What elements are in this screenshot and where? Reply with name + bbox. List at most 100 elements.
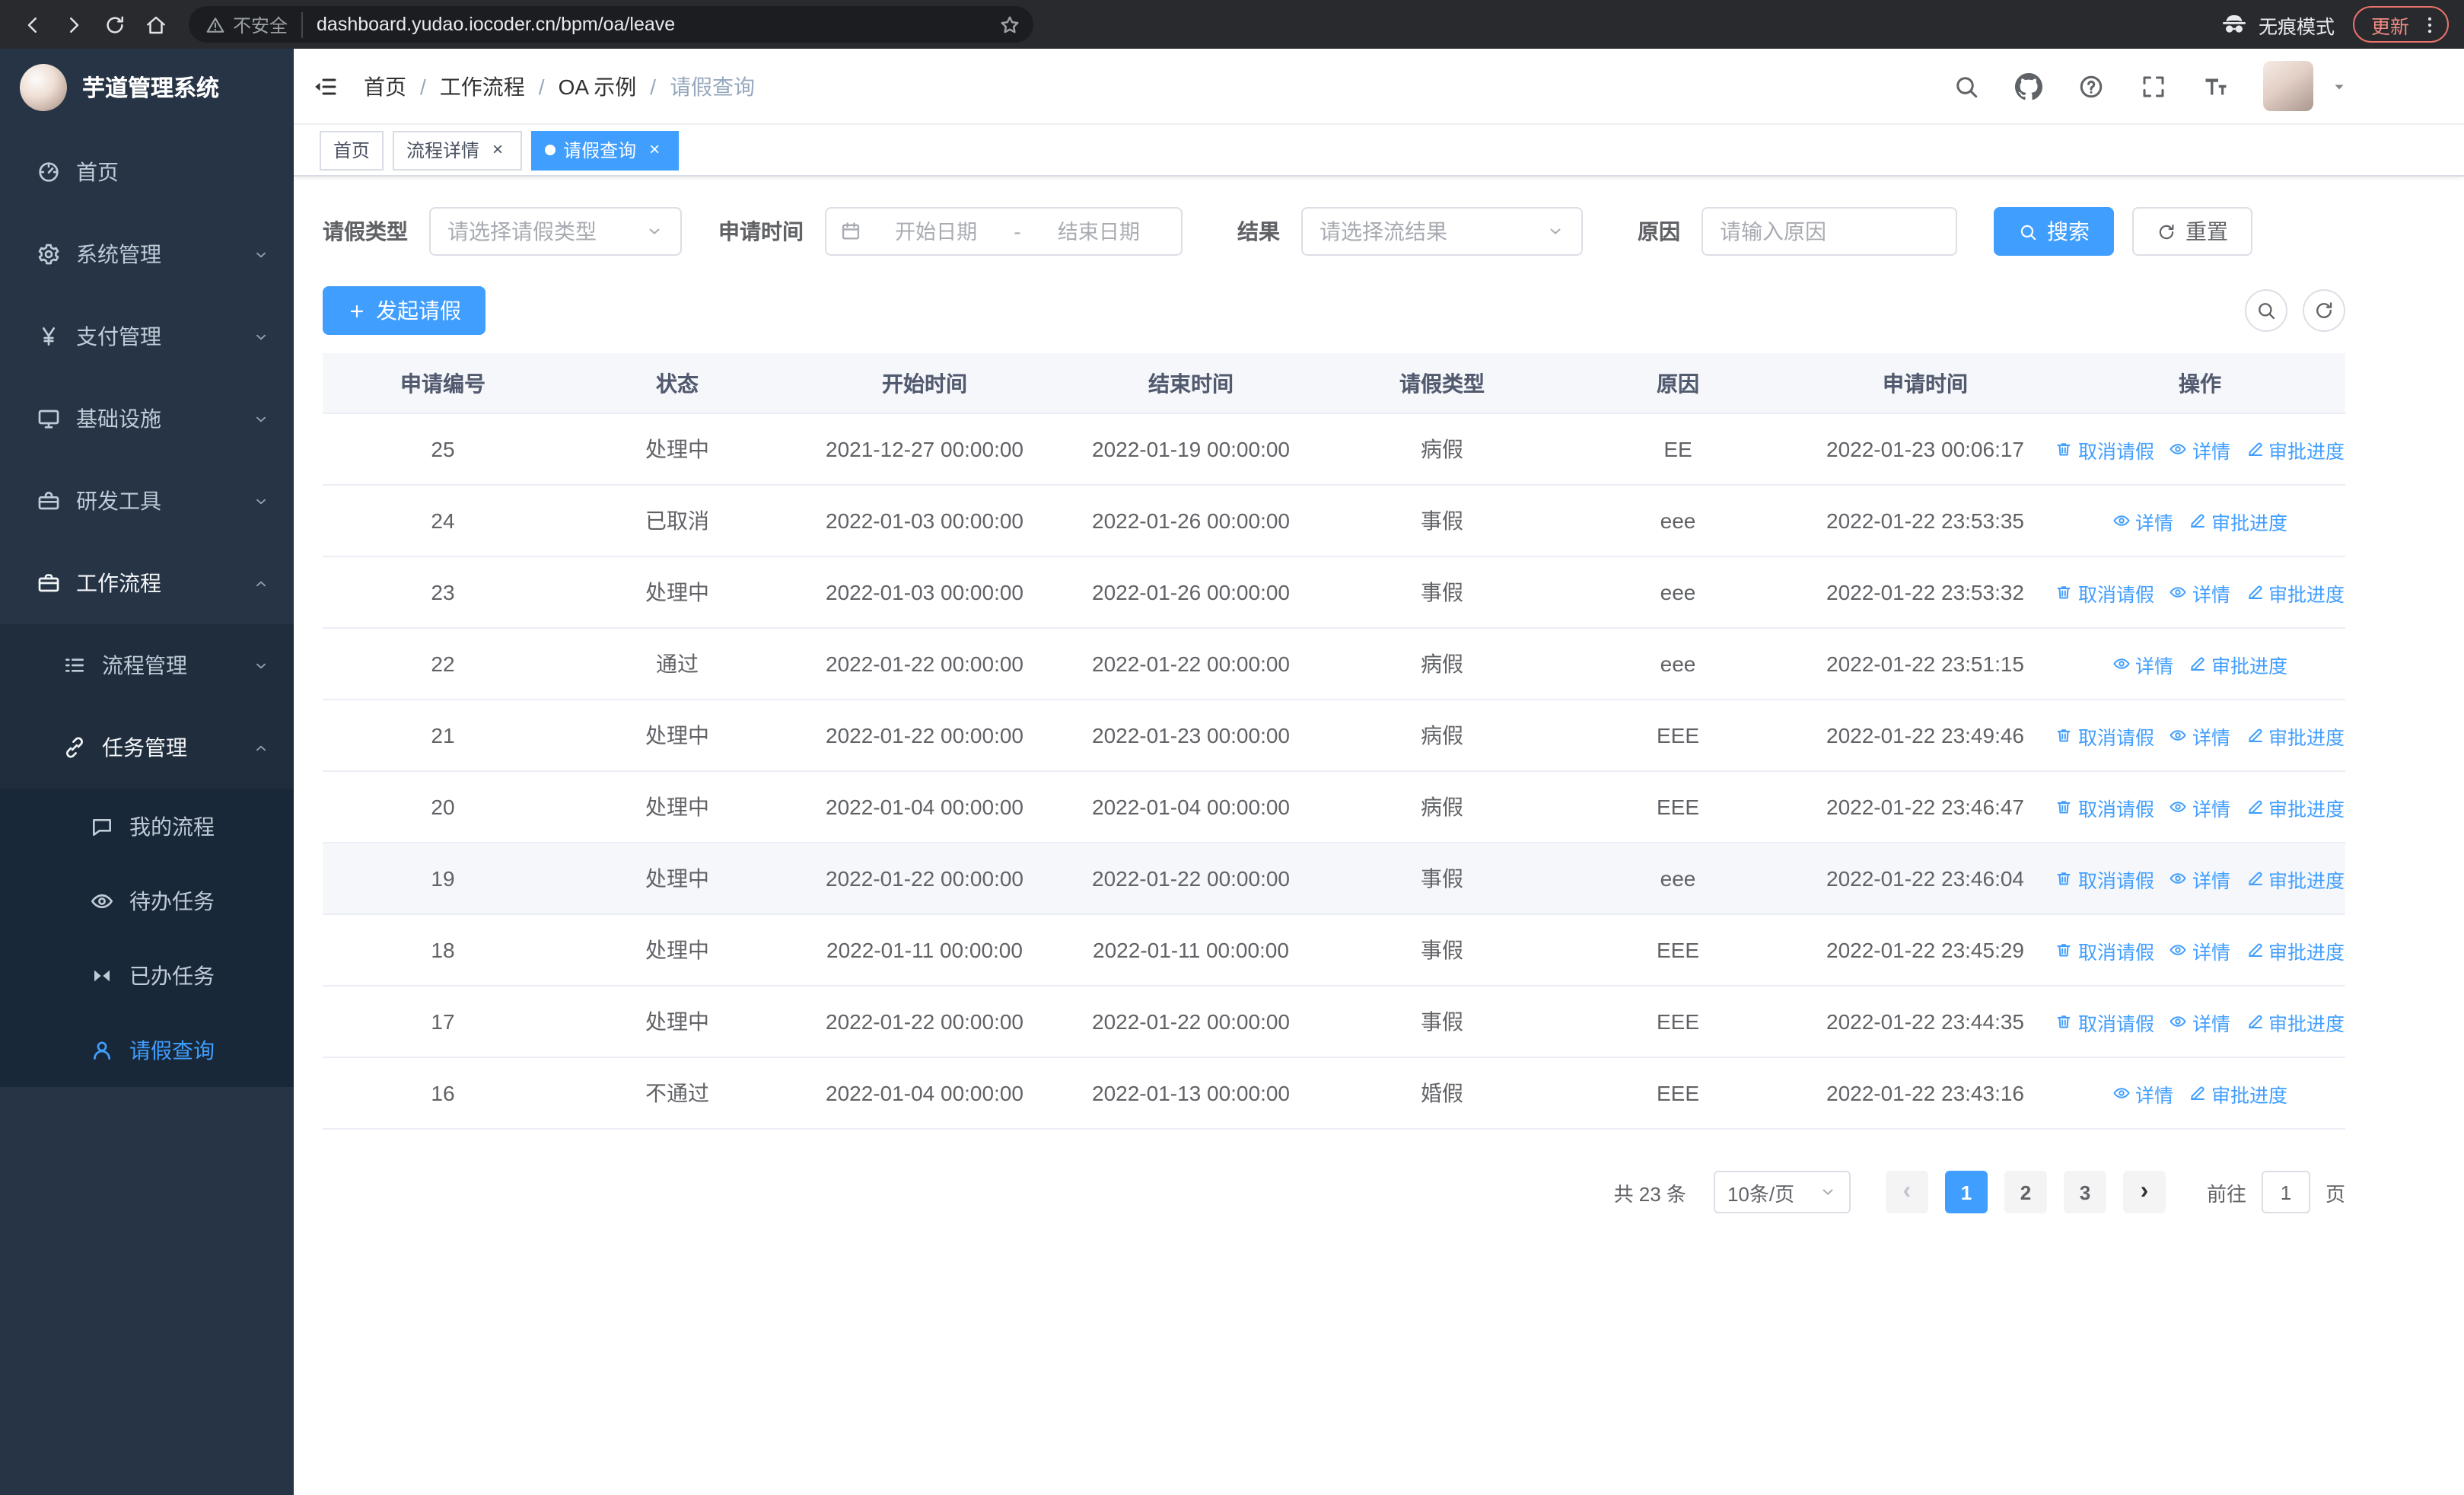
tab-leave-query[interactable]: 请假查询 × (531, 130, 680, 170)
apply-time-label: 申请时间 (718, 219, 804, 244)
page-button-1[interactable]: 1 (1944, 1171, 1988, 1213)
end-date-input[interactable] (1030, 220, 1168, 243)
cancel-leave-button[interactable]: 取消请假 (2055, 435, 2154, 464)
detail-button[interactable]: 详情 (2170, 578, 2230, 607)
address-bar[interactable]: 不安全 dashboard.yudao.iocoder.cn/bpm/oa/le… (189, 6, 1033, 43)
warning-icon (205, 14, 225, 34)
update-button[interactable]: 更新 (2352, 6, 2449, 43)
sidebar-item-todo-tasks[interactable]: 待办任务 (0, 863, 294, 938)
cell-reason: eee (1660, 580, 1696, 604)
next-page-button[interactable]: › (2122, 1171, 2166, 1213)
sidebar-item-payment-management[interactable]: 支付管理 (0, 295, 294, 378)
progress-button[interactable]: 审批进度 (2246, 435, 2345, 464)
sidebar-item-workflow[interactable]: 工作流程 (0, 542, 294, 624)
sidebar-item-process-management[interactable]: 流程管理 (0, 624, 294, 706)
caret-down-icon[interactable] (2330, 77, 2348, 95)
sidebar: 芋道管理系统 首页 系统管理 支付管理 基础设施 研发工具 工作流程 流程管理 … (0, 49, 294, 1495)
bookmark-button[interactable] (992, 8, 1026, 41)
browser-menu-icon[interactable] (2418, 13, 2441, 36)
prev-page-button[interactable]: ‹ (1885, 1171, 1928, 1213)
detail-button[interactable]: 详情 (2170, 792, 2230, 821)
sidebar-item-system-management[interactable]: 系统管理 (0, 213, 294, 295)
breadcrumb-workflow[interactable]: 工作流程 (440, 71, 525, 101)
eye-icon (2170, 941, 2188, 959)
toggle-search-button[interactable] (2245, 289, 2287, 332)
detail-button[interactable]: 详情 (2170, 936, 2230, 964)
close-icon[interactable]: × (487, 139, 508, 161)
collapse-sidebar-button[interactable] (294, 48, 358, 124)
column-header-status: 状态 (656, 371, 699, 395)
cell-end-time: 2022-01-19 00:00:00 (1092, 437, 1290, 461)
progress-button[interactable]: 审批进度 (2246, 864, 2345, 893)
home-button[interactable] (135, 4, 177, 45)
app-logo[interactable]: 芋道管理系统 (0, 49, 294, 125)
cancel-leave-button[interactable]: 取消请假 (2055, 578, 2154, 607)
progress-button[interactable]: 审批进度 (2246, 936, 2345, 964)
back-button[interactable] (12, 4, 53, 45)
progress-button[interactable]: 审批进度 (2246, 792, 2345, 821)
create-leave-button[interactable]: 发起请假 (323, 286, 485, 335)
cancel-leave-button[interactable]: 取消请假 (2055, 792, 2154, 821)
select-placeholder: 请选择请假类型 (447, 219, 597, 244)
progress-button[interactable]: 审批进度 (2189, 649, 2287, 678)
font-size-button[interactable] (2201, 71, 2231, 101)
progress-button[interactable]: 审批进度 (2246, 721, 2345, 750)
search-button[interactable]: 搜索 (1994, 207, 2114, 256)
progress-button[interactable]: 审批进度 (2189, 506, 2287, 535)
detail-button[interactable]: 详情 (2170, 435, 2230, 464)
sidebar-item-dev-tools[interactable]: 研发工具 (0, 460, 294, 542)
close-icon[interactable]: × (644, 139, 665, 161)
leave-type-select[interactable]: 请选择请假类型 (429, 207, 682, 256)
page-button-2[interactable]: 2 (2004, 1171, 2047, 1213)
sidebar-item-home[interactable]: 首页 (0, 131, 294, 213)
cell-apply-time: 2022-01-22 23:49:46 (1826, 723, 2024, 748)
sidebar-item-label: 请假查询 (129, 1038, 215, 1062)
sidebar-item-infrastructure[interactable]: 基础设施 (0, 378, 294, 460)
detail-button[interactable]: 详情 (2112, 506, 2173, 535)
tab-home[interactable]: 首页 (320, 130, 384, 170)
security-chip[interactable]: 不安全 (205, 11, 304, 37)
refresh-table-button[interactable] (2303, 289, 2345, 332)
progress-button[interactable]: 审批进度 (2189, 1079, 2287, 1108)
sidebar-item-done-tasks[interactable]: 已办任务 (0, 938, 294, 1012)
sidebar-item-task-management[interactable]: 任务管理 (0, 706, 294, 789)
github-link[interactable] (2014, 71, 2044, 101)
progress-button[interactable]: 审批进度 (2246, 578, 2345, 607)
detail-button[interactable]: 详情 (2112, 1079, 2173, 1108)
detail-button[interactable]: 详情 (2170, 721, 2230, 750)
reload-button[interactable] (94, 4, 135, 45)
page-size-select[interactable]: 10条/页 (1713, 1171, 1851, 1213)
goto-page-input[interactable] (2261, 1171, 2310, 1213)
fullscreen-button[interactable] (2138, 71, 2169, 101)
help-button[interactable] (2076, 71, 2106, 101)
cancel-leave-button[interactable]: 取消请假 (2055, 1007, 2154, 1036)
result-select[interactable]: 请选择流结果 (1301, 207, 1583, 256)
cell-status: 处理中 (645, 1009, 709, 1034)
page-button-3[interactable]: 3 (2063, 1171, 2106, 1213)
pagination: 共 23 条 10条/页 ‹ 123 › 前往 页 (323, 1171, 2345, 1213)
edit-icon (2246, 583, 2264, 601)
breadcrumb-home[interactable]: 首页 (364, 71, 406, 101)
cell-status: 处理中 (645, 866, 709, 891)
apply-time-range-picker[interactable]: - (825, 207, 1183, 256)
detail-button[interactable]: 详情 (2170, 1007, 2230, 1036)
reset-button[interactable]: 重置 (2132, 207, 2252, 256)
edit-icon (2189, 655, 2207, 673)
cancel-leave-button[interactable]: 取消请假 (2055, 864, 2154, 893)
tab-process-detail[interactable]: 流程详情 × (393, 130, 523, 170)
detail-button[interactable]: 详情 (2112, 649, 2173, 678)
cancel-leave-button[interactable]: 取消请假 (2055, 721, 2154, 750)
forward-button[interactable] (53, 4, 94, 45)
cell-end-time: 2022-01-11 00:00:00 (1093, 938, 1289, 962)
user-avatar[interactable] (2263, 61, 2313, 111)
breadcrumb-oa-example[interactable]: OA 示例 (559, 71, 637, 101)
sidebar-item-my-processes[interactable]: 我的流程 (0, 789, 294, 863)
cancel-leave-button[interactable]: 取消请假 (2055, 936, 2154, 964)
progress-button[interactable]: 审批进度 (2246, 1007, 2345, 1036)
detail-button[interactable]: 详情 (2170, 864, 2230, 893)
start-date-input[interactable] (867, 220, 1005, 243)
reason-input[interactable] (1702, 207, 1957, 256)
sidebar-item-leave-query[interactable]: 请假查询 (0, 1012, 294, 1087)
trash-icon (2055, 941, 2074, 959)
search-button[interactable] (1951, 71, 1982, 101)
